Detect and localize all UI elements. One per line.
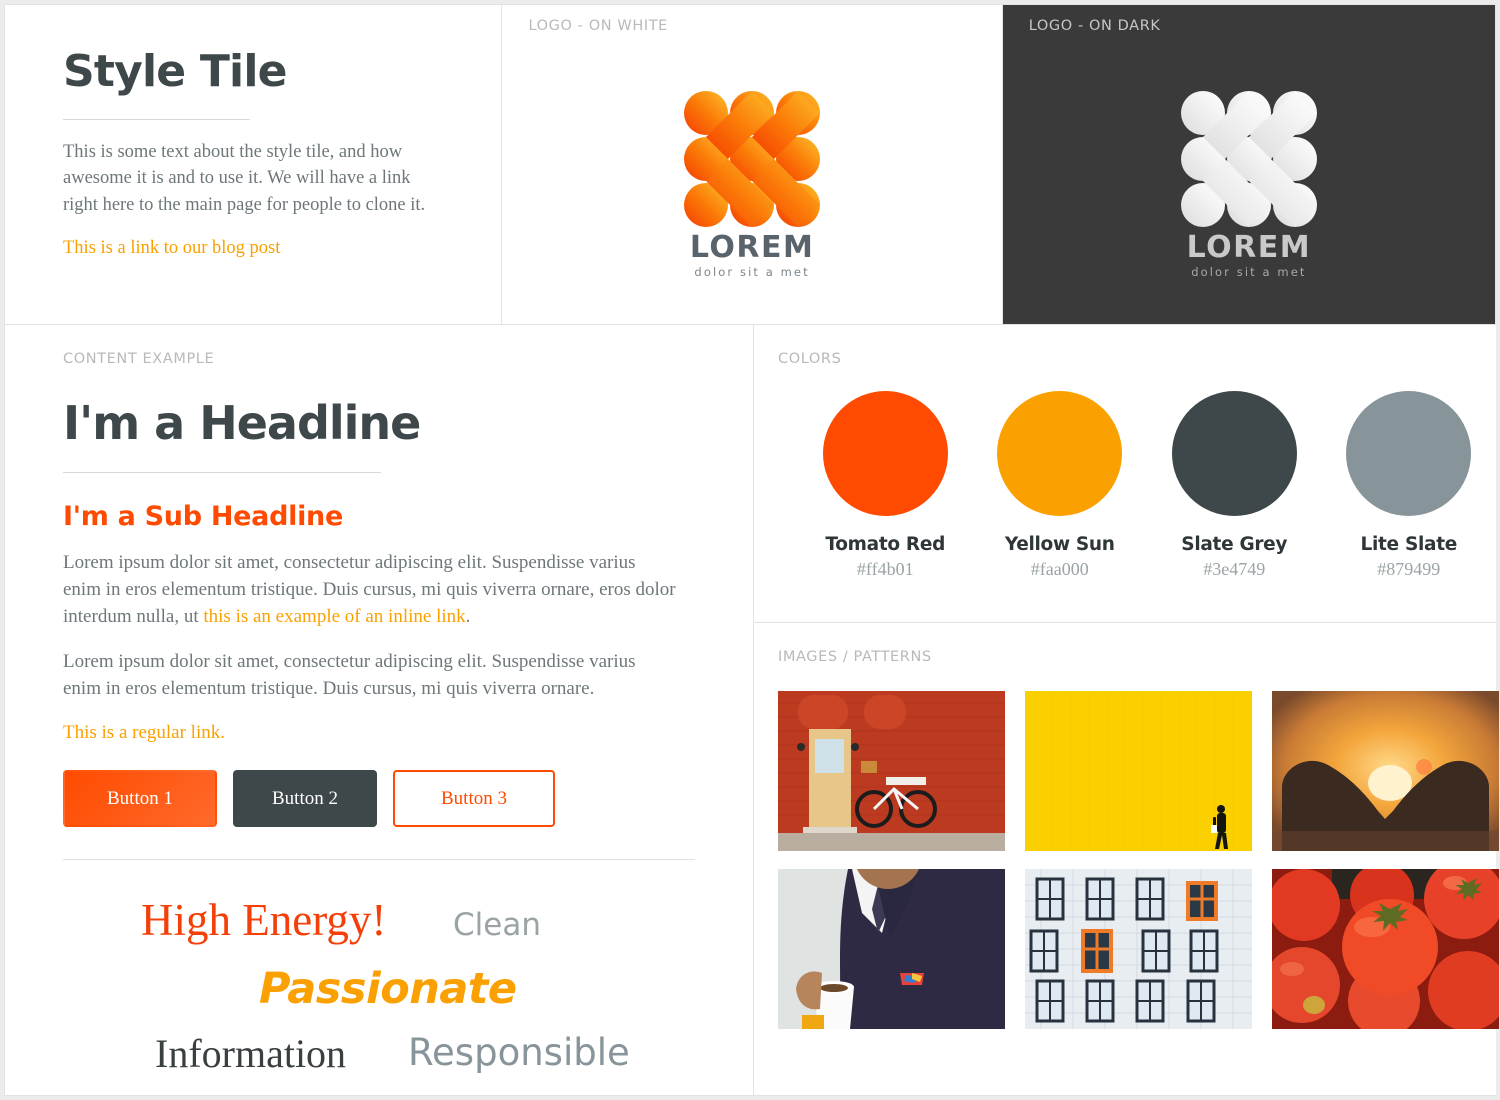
logo-tagline: dolor sit a met [694, 265, 810, 279]
right-column: COLORS Tomato Red #ff4b01 Yellow Sun #fa… [754, 324, 1499, 1095]
page-title: Style Tile [63, 46, 287, 97]
swatch-hex-tomato-red: #ff4b01 [856, 559, 914, 579]
title-divider [63, 119, 250, 121]
logo-on-dark: LOREM dolor sit a met [1174, 89, 1324, 279]
mood-word-information: Information [155, 1031, 347, 1077]
button-1[interactable]: Button 1 [63, 770, 217, 828]
swatch-dot-tomato-red [822, 391, 948, 516]
swatch-hex-slate-grey: #3e4749 [1203, 559, 1266, 579]
body-paragraph-1: Lorem ipsum dolor sit amet, consectetur … [63, 550, 678, 631]
content-divider [63, 859, 695, 861]
image-hands-heart-sunset[interactable] [1272, 691, 1499, 851]
logo-wordmark-dark: LOREM [1186, 230, 1312, 265]
inline-link[interactable]: this is an example of an inline link [203, 606, 465, 627]
content-example-panel: CONTENT EXAMPLE I'm a Headline I'm a Sub… [5, 324, 754, 1095]
images-patterns-panel: IMAGES / PATTERNS [754, 623, 1499, 1095]
swatch-hex-yellow-sun: #faa000 [1030, 559, 1089, 579]
images-patterns-label: IMAGES / PATTERNS [778, 649, 932, 665]
swatch-lite-slate: Lite Slate #879499 [1322, 391, 1497, 580]
image-building-windows-orange-accent[interactable] [1025, 869, 1252, 1029]
swatch-dot-yellow-sun [997, 391, 1123, 516]
mood-word-clean: Clean [453, 907, 541, 944]
image-yellow-wall-walking-person[interactable] [1025, 691, 1252, 851]
style-tile-card: Style Tile This is some text about the s… [4, 4, 1499, 1096]
image-grid [778, 691, 1499, 1029]
body-paragraph-2: Lorem ipsum dolor sit amet, consectetur … [63, 651, 636, 700]
button-3[interactable]: Button 3 [393, 770, 555, 828]
headline-divider [63, 472, 381, 474]
logo-on-white-panel: LOGO - ON WHITE LOREM dolor sit a met [502, 5, 1003, 324]
regular-link[interactable]: This is a regular link. [63, 722, 225, 744]
logo-on-white: LOREM dolor sit a met [677, 89, 827, 279]
swatch-name-slate-grey: Slate Grey [1181, 534, 1288, 555]
colors-panel: COLORS Tomato Red #ff4b01 Yellow Sun #fa… [754, 324, 1496, 623]
content-example-label: CONTENT EXAMPLE [63, 351, 215, 367]
sub-headline: I'm a Sub Headline [63, 501, 343, 533]
blog-post-link[interactable]: This is a link to our blog post [63, 238, 280, 259]
swatch-yellow-sun: Yellow Sun #faa000 [973, 391, 1148, 580]
image-man-in-suit-with-coffee[interactable] [778, 869, 1005, 1029]
swatch-name-lite-slate: Lite Slate [1360, 534, 1457, 555]
swatch-tomato-red: Tomato Red #ff4b01 [798, 391, 973, 580]
button-2[interactable]: Button 2 [233, 770, 377, 828]
swatch-name-tomato-red: Tomato Red [825, 534, 946, 555]
bottom-row: CONTENT EXAMPLE I'm a Headline I'm a Sub… [5, 324, 1499, 1095]
logo-wordmark: LOREM [689, 230, 815, 265]
swatch-hex-lite-slate: #879499 [1377, 559, 1441, 579]
mood-words: High Energy! Clean Passionate Informatio… [63, 882, 695, 1074]
top-row: Style Tile This is some text about the s… [5, 5, 1495, 324]
colors-label: COLORS [778, 351, 842, 367]
swatch-dot-lite-slate [1346, 391, 1472, 516]
intro-paragraph: This is some text about the style tile, … [63, 142, 426, 215]
mood-word-high-energy: High Energy! [141, 895, 387, 946]
swatch-name-yellow-sun: Yellow Sun [1004, 534, 1115, 555]
logo-on-dark-panel: LOGO - ON DARK LOREM dolor sit a met [1002, 5, 1495, 324]
logo-tagline-dark: dolor sit a met [1191, 265, 1307, 279]
mood-word-responsible: Responsible [408, 1031, 630, 1075]
image-fresh-red-tomatoes[interactable] [1272, 869, 1499, 1029]
mood-word-passionate: Passionate [259, 964, 517, 1015]
image-red-brick-door-bicycle[interactable] [778, 691, 1005, 851]
lorem-logo-icon [684, 91, 821, 227]
button-row: Button 1 Button 2 Button 3 [63, 770, 695, 828]
headline: I'm a Headline [63, 396, 421, 450]
logo-on-white-label: LOGO - ON WHITE [528, 18, 668, 34]
swatch-slate-grey: Slate Grey #3e4749 [1147, 391, 1322, 580]
swatch-row: Tomato Red #ff4b01 Yellow Sun #faa000 Sl… [778, 391, 1496, 580]
paragraph-1-text-after: . [465, 606, 471, 628]
intro-panel: Style Tile This is some text about the s… [5, 5, 503, 324]
swatch-dot-slate-grey [1171, 391, 1297, 516]
logo-on-dark-label: LOGO - ON DARK [1028, 18, 1161, 34]
lorem-logo-icon-light [1180, 91, 1317, 227]
